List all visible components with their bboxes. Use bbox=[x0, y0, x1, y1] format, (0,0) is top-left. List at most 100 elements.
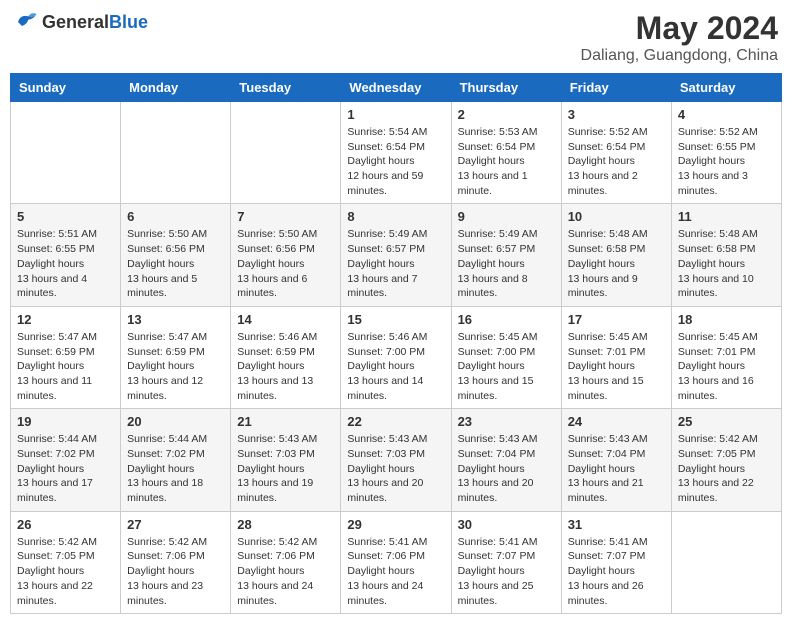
day-number: 10 bbox=[568, 209, 665, 224]
calendar-cell: 19 Sunrise: 5:44 AM Sunset: 7:02 PM Dayl… bbox=[11, 409, 121, 511]
calendar-cell bbox=[231, 102, 341, 204]
logo: GeneralBlue bbox=[14, 10, 148, 34]
weekday-header-wednesday: Wednesday bbox=[341, 74, 451, 102]
calendar-cell: 1 Sunrise: 5:54 AM Sunset: 6:54 PM Dayli… bbox=[341, 102, 451, 204]
day-number: 23 bbox=[458, 414, 555, 429]
day-number: 29 bbox=[347, 517, 444, 532]
calendar-cell: 12 Sunrise: 5:47 AM Sunset: 6:59 PM Dayl… bbox=[11, 306, 121, 408]
day-number: 14 bbox=[237, 312, 334, 327]
day-info: Sunrise: 5:48 AM Sunset: 6:58 PM Dayligh… bbox=[568, 227, 665, 300]
logo-text-blue: Blue bbox=[109, 12, 148, 32]
calendar-table: SundayMondayTuesdayWednesdayThursdayFrid… bbox=[10, 73, 782, 614]
day-number: 19 bbox=[17, 414, 114, 429]
day-number: 11 bbox=[678, 209, 775, 224]
day-number: 4 bbox=[678, 107, 775, 122]
day-number: 21 bbox=[237, 414, 334, 429]
calendar-cell: 22 Sunrise: 5:43 AM Sunset: 7:03 PM Dayl… bbox=[341, 409, 451, 511]
calendar-cell: 15 Sunrise: 5:46 AM Sunset: 7:00 PM Dayl… bbox=[341, 306, 451, 408]
day-info: Sunrise: 5:42 AM Sunset: 7:05 PM Dayligh… bbox=[17, 535, 114, 608]
day-info: Sunrise: 5:43 AM Sunset: 7:04 PM Dayligh… bbox=[568, 432, 665, 505]
weekday-header-tuesday: Tuesday bbox=[231, 74, 341, 102]
day-number: 18 bbox=[678, 312, 775, 327]
calendar-cell bbox=[671, 511, 781, 613]
calendar-cell: 21 Sunrise: 5:43 AM Sunset: 7:03 PM Dayl… bbox=[231, 409, 341, 511]
calendar-cell: 8 Sunrise: 5:49 AM Sunset: 6:57 PM Dayli… bbox=[341, 204, 451, 306]
logo-text-general: General bbox=[42, 12, 109, 32]
day-info: Sunrise: 5:44 AM Sunset: 7:02 PM Dayligh… bbox=[17, 432, 114, 505]
page-header: GeneralBlue May 2024 Daliang, Guangdong,… bbox=[10, 10, 782, 65]
calendar-week-5: 26 Sunrise: 5:42 AM Sunset: 7:05 PM Dayl… bbox=[11, 511, 782, 613]
calendar-cell: 2 Sunrise: 5:53 AM Sunset: 6:54 PM Dayli… bbox=[451, 102, 561, 204]
calendar-week-3: 12 Sunrise: 5:47 AM Sunset: 6:59 PM Dayl… bbox=[11, 306, 782, 408]
weekday-header-friday: Friday bbox=[561, 74, 671, 102]
day-info: Sunrise: 5:46 AM Sunset: 6:59 PM Dayligh… bbox=[237, 330, 334, 403]
logo-icon bbox=[14, 10, 38, 34]
calendar-week-1: 1 Sunrise: 5:54 AM Sunset: 6:54 PM Dayli… bbox=[11, 102, 782, 204]
calendar-cell: 20 Sunrise: 5:44 AM Sunset: 7:02 PM Dayl… bbox=[121, 409, 231, 511]
day-info: Sunrise: 5:41 AM Sunset: 7:07 PM Dayligh… bbox=[458, 535, 555, 608]
weekday-header-thursday: Thursday bbox=[451, 74, 561, 102]
day-info: Sunrise: 5:53 AM Sunset: 6:54 PM Dayligh… bbox=[458, 125, 555, 198]
day-info: Sunrise: 5:43 AM Sunset: 7:03 PM Dayligh… bbox=[237, 432, 334, 505]
day-number: 7 bbox=[237, 209, 334, 224]
calendar-cell: 6 Sunrise: 5:50 AM Sunset: 6:56 PM Dayli… bbox=[121, 204, 231, 306]
weekday-header-monday: Monday bbox=[121, 74, 231, 102]
day-number: 27 bbox=[127, 517, 224, 532]
calendar-cell: 7 Sunrise: 5:50 AM Sunset: 6:56 PM Dayli… bbox=[231, 204, 341, 306]
day-info: Sunrise: 5:52 AM Sunset: 6:54 PM Dayligh… bbox=[568, 125, 665, 198]
calendar-cell: 29 Sunrise: 5:41 AM Sunset: 7:06 PM Dayl… bbox=[341, 511, 451, 613]
location-subtitle: Daliang, Guangdong, China bbox=[581, 47, 778, 65]
calendar-cell: 4 Sunrise: 5:52 AM Sunset: 6:55 PM Dayli… bbox=[671, 102, 781, 204]
day-number: 3 bbox=[568, 107, 665, 122]
day-number: 8 bbox=[347, 209, 444, 224]
calendar-cell: 18 Sunrise: 5:45 AM Sunset: 7:01 PM Dayl… bbox=[671, 306, 781, 408]
day-number: 20 bbox=[127, 414, 224, 429]
day-info: Sunrise: 5:43 AM Sunset: 7:04 PM Dayligh… bbox=[458, 432, 555, 505]
day-number: 17 bbox=[568, 312, 665, 327]
calendar-cell: 13 Sunrise: 5:47 AM Sunset: 6:59 PM Dayl… bbox=[121, 306, 231, 408]
day-number: 1 bbox=[347, 107, 444, 122]
day-info: Sunrise: 5:44 AM Sunset: 7:02 PM Dayligh… bbox=[127, 432, 224, 505]
day-info: Sunrise: 5:45 AM Sunset: 7:01 PM Dayligh… bbox=[678, 330, 775, 403]
calendar-cell bbox=[11, 102, 121, 204]
day-info: Sunrise: 5:47 AM Sunset: 6:59 PM Dayligh… bbox=[17, 330, 114, 403]
day-number: 28 bbox=[237, 517, 334, 532]
calendar-cell: 10 Sunrise: 5:48 AM Sunset: 6:58 PM Dayl… bbox=[561, 204, 671, 306]
weekday-header-sunday: Sunday bbox=[11, 74, 121, 102]
day-info: Sunrise: 5:45 AM Sunset: 7:01 PM Dayligh… bbox=[568, 330, 665, 403]
day-number: 30 bbox=[458, 517, 555, 532]
day-info: Sunrise: 5:50 AM Sunset: 6:56 PM Dayligh… bbox=[237, 227, 334, 300]
calendar-cell: 11 Sunrise: 5:48 AM Sunset: 6:58 PM Dayl… bbox=[671, 204, 781, 306]
calendar-cell bbox=[121, 102, 231, 204]
day-number: 26 bbox=[17, 517, 114, 532]
calendar-cell: 5 Sunrise: 5:51 AM Sunset: 6:55 PM Dayli… bbox=[11, 204, 121, 306]
day-info: Sunrise: 5:45 AM Sunset: 7:00 PM Dayligh… bbox=[458, 330, 555, 403]
day-info: Sunrise: 5:41 AM Sunset: 7:06 PM Dayligh… bbox=[347, 535, 444, 608]
day-info: Sunrise: 5:50 AM Sunset: 6:56 PM Dayligh… bbox=[127, 227, 224, 300]
day-info: Sunrise: 5:42 AM Sunset: 7:05 PM Dayligh… bbox=[678, 432, 775, 505]
day-info: Sunrise: 5:42 AM Sunset: 7:06 PM Dayligh… bbox=[237, 535, 334, 608]
day-info: Sunrise: 5:42 AM Sunset: 7:06 PM Dayligh… bbox=[127, 535, 224, 608]
day-number: 22 bbox=[347, 414, 444, 429]
month-year-title: May 2024 bbox=[581, 10, 778, 47]
calendar-cell: 17 Sunrise: 5:45 AM Sunset: 7:01 PM Dayl… bbox=[561, 306, 671, 408]
day-info: Sunrise: 5:52 AM Sunset: 6:55 PM Dayligh… bbox=[678, 125, 775, 198]
calendar-cell: 25 Sunrise: 5:42 AM Sunset: 7:05 PM Dayl… bbox=[671, 409, 781, 511]
calendar-cell: 23 Sunrise: 5:43 AM Sunset: 7:04 PM Dayl… bbox=[451, 409, 561, 511]
calendar-cell: 9 Sunrise: 5:49 AM Sunset: 6:57 PM Dayli… bbox=[451, 204, 561, 306]
calendar-cell: 16 Sunrise: 5:45 AM Sunset: 7:00 PM Dayl… bbox=[451, 306, 561, 408]
title-area: May 2024 Daliang, Guangdong, China bbox=[581, 10, 778, 65]
calendar-header-row: SundayMondayTuesdayWednesdayThursdayFrid… bbox=[11, 74, 782, 102]
calendar-cell: 27 Sunrise: 5:42 AM Sunset: 7:06 PM Dayl… bbox=[121, 511, 231, 613]
calendar-cell: 24 Sunrise: 5:43 AM Sunset: 7:04 PM Dayl… bbox=[561, 409, 671, 511]
day-info: Sunrise: 5:51 AM Sunset: 6:55 PM Dayligh… bbox=[17, 227, 114, 300]
day-number: 9 bbox=[458, 209, 555, 224]
calendar-week-4: 19 Sunrise: 5:44 AM Sunset: 7:02 PM Dayl… bbox=[11, 409, 782, 511]
calendar-cell: 30 Sunrise: 5:41 AM Sunset: 7:07 PM Dayl… bbox=[451, 511, 561, 613]
day-info: Sunrise: 5:54 AM Sunset: 6:54 PM Dayligh… bbox=[347, 125, 444, 198]
day-info: Sunrise: 5:49 AM Sunset: 6:57 PM Dayligh… bbox=[458, 227, 555, 300]
calendar-cell: 28 Sunrise: 5:42 AM Sunset: 7:06 PM Dayl… bbox=[231, 511, 341, 613]
day-number: 5 bbox=[17, 209, 114, 224]
day-number: 24 bbox=[568, 414, 665, 429]
day-number: 31 bbox=[568, 517, 665, 532]
